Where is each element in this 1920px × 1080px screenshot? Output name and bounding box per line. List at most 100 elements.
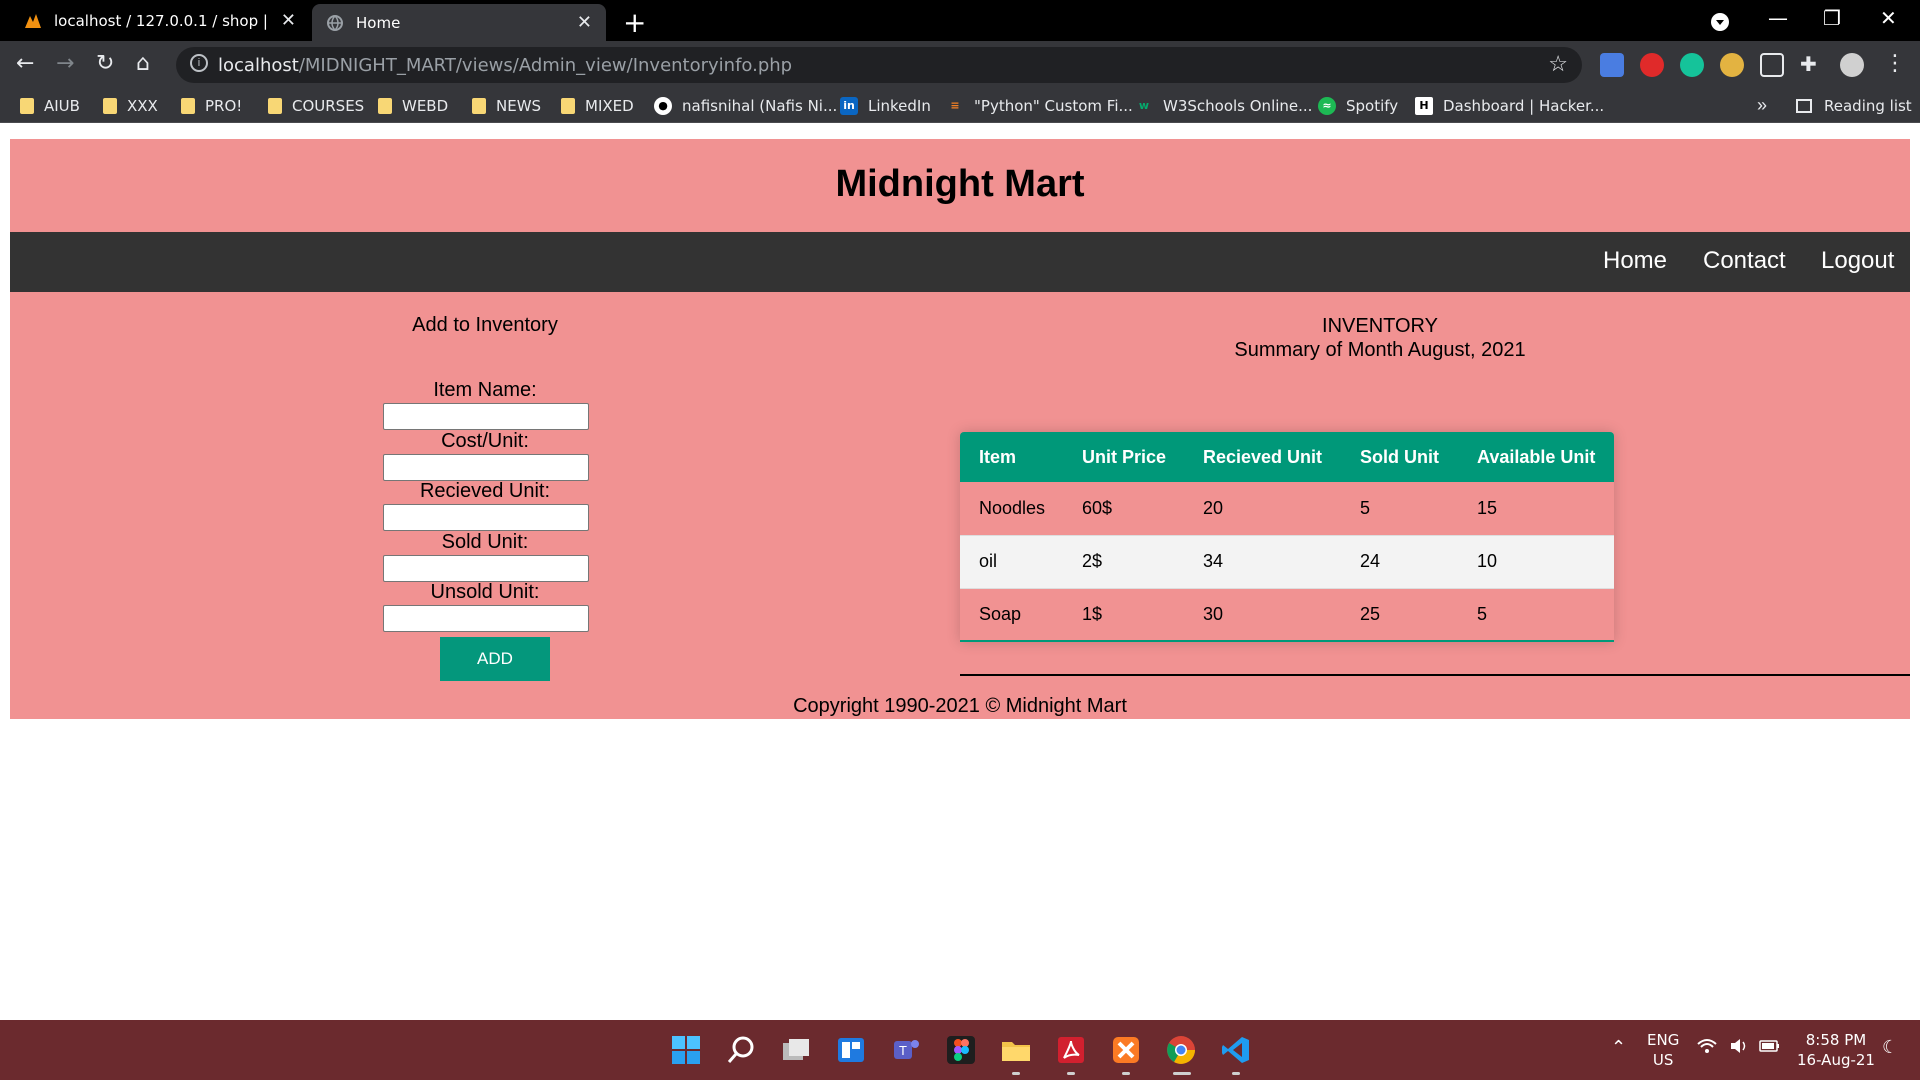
table-cell: 24	[1341, 535, 1458, 589]
tab-search-icon[interactable]	[1760, 53, 1784, 77]
reload-icon[interactable]: ↻	[96, 51, 114, 76]
xampp-icon[interactable]	[1110, 1034, 1142, 1066]
bookmark-spotify[interactable]: ≈ Spotify	[1318, 97, 1398, 115]
site-title: Midnight Mart	[835, 163, 1085, 205]
inventory-title: INVENTORY	[1322, 315, 1438, 337]
svg-text:T: T	[899, 1043, 907, 1058]
site-info-icon[interactable]: i	[190, 54, 208, 72]
bookmark-linkedin[interactable]: in LinkedIn	[840, 97, 931, 115]
cost-unit-input[interactable]	[383, 454, 589, 481]
notifications-moon-icon[interactable]: ☾	[1882, 1037, 1898, 1058]
tab-close-icon[interactable]: ✕	[577, 12, 592, 33]
inventory-subtitle: Summary of Month August, 2021	[1234, 339, 1526, 361]
back-icon[interactable]: ←	[16, 51, 34, 76]
bookmark-news[interactable]: NEWS	[472, 97, 541, 115]
bookmark-webd[interactable]: WEBD	[378, 97, 448, 115]
table-cell: 5	[1458, 588, 1614, 642]
table-cell: 25	[1341, 588, 1458, 642]
table-cell: 20	[1184, 482, 1341, 536]
bookmark-xxx[interactable]: XXX	[103, 97, 158, 115]
bookmark-github[interactable]: ● nafisnihal (Nafis Ni...	[654, 97, 837, 115]
bookmark-hackerrank[interactable]: H Dashboard | Hacker...	[1415, 97, 1604, 115]
table-row: Noodles 60$ 20 5 15	[960, 482, 1614, 536]
widgets-icon[interactable]	[835, 1034, 867, 1066]
menu-kebab-icon[interactable]: ⋮	[1884, 51, 1906, 76]
close-window-button[interactable]: ✕	[1880, 6, 1897, 30]
extension-icon[interactable]	[1720, 53, 1744, 77]
tray-overflow-icon[interactable]: ⌃	[1611, 1037, 1626, 1058]
new-tab-button[interactable]: +	[623, 6, 646, 39]
windows-start-icon[interactable]	[670, 1034, 702, 1066]
profile-dropdown-icon[interactable]	[1710, 12, 1730, 37]
folder-icon	[181, 98, 195, 114]
bookmark-courses[interactable]: COURSES	[268, 97, 364, 115]
bookmark-stackoverflow[interactable]: ≡ "Python" Custom Fi...	[946, 97, 1132, 115]
tab-close-icon[interactable]: ✕	[281, 10, 296, 31]
spotify-icon: ≈	[1318, 97, 1336, 115]
folder-icon	[103, 98, 117, 114]
task-view-icon[interactable]	[780, 1034, 812, 1066]
table-cell: Noodles	[960, 482, 1063, 536]
tab-title: Home	[356, 13, 401, 32]
language-indicator[interactable]: ENG US	[1647, 1030, 1679, 1070]
chrome-icon[interactable]	[1165, 1034, 1197, 1066]
file-explorer-icon[interactable]	[1000, 1034, 1032, 1066]
stackoverflow-icon: ≡	[950, 99, 960, 112]
figma-icon[interactable]	[945, 1034, 977, 1066]
avatar[interactable]	[1840, 53, 1864, 77]
add-button[interactable]: ADD	[440, 637, 550, 681]
bookmark-w3schools[interactable]: w W3Schools Online...	[1135, 97, 1313, 115]
forward-icon[interactable]: →	[56, 51, 74, 76]
clock[interactable]: 8:58 PM 16-Aug-21	[1796, 1030, 1876, 1070]
unsold-unit-input[interactable]	[383, 605, 589, 632]
item-name-label: Item Name:	[433, 379, 537, 401]
item-name-input[interactable]	[383, 403, 589, 430]
bookmark-pro[interactable]: PRO!	[181, 97, 242, 115]
bookmark-aiub[interactable]: AIUB	[20, 97, 80, 115]
volume-icon[interactable]	[1729, 1037, 1749, 1060]
column-header: Recieved Unit	[1184, 432, 1341, 482]
grammarly-icon[interactable]	[1680, 53, 1704, 77]
vscode-icon[interactable]	[1220, 1034, 1252, 1066]
bookmarks-bar: AIUB XXX PRO! COURSES WEBD NEWS MIXED ● n…	[0, 89, 1920, 123]
running-indicator	[1067, 1072, 1075, 1075]
inventory-table: Item Unit Price Recieved Unit Sold Unit …	[960, 432, 1614, 642]
adblock-icon[interactable]	[1640, 53, 1664, 77]
bookmark-star-icon[interactable]: ☆	[1548, 51, 1568, 77]
extensions-puzzle-icon[interactable]: ✚	[1800, 53, 1824, 77]
restore-button[interactable]: ❐	[1823, 6, 1841, 30]
table-cell: 10	[1458, 535, 1614, 589]
phpmyadmin-icon	[24, 12, 42, 30]
teams-icon[interactable]: T	[890, 1034, 922, 1066]
folder-icon	[268, 98, 282, 114]
nav-contact-link[interactable]: Contact	[1703, 247, 1786, 275]
bookmark-mixed[interactable]: MIXED	[561, 97, 634, 115]
acrobat-icon[interactable]	[1055, 1034, 1087, 1066]
nav-home-link[interactable]: Home	[1603, 247, 1667, 275]
divider	[960, 674, 1910, 676]
url-text[interactable]: localhost/MIDNIGHT_MART/views/Admin_view…	[218, 55, 792, 76]
minimize-button[interactable]: —	[1768, 6, 1788, 30]
hackerrank-icon: H	[1415, 97, 1433, 115]
nav-logout-link[interactable]: Logout	[1821, 247, 1894, 275]
sold-unit-input[interactable]	[383, 555, 589, 582]
bookmarks-overflow-button[interactable]: »	[1757, 95, 1767, 116]
address-bar[interactable]: i localhost/MIDNIGHT_MART/views/Admin_vi…	[176, 47, 1582, 83]
tab-phpmyadmin[interactable]: localhost / 127.0.0.1 / shop | php ✕	[10, 0, 310, 41]
google-translate-icon[interactable]	[1600, 53, 1624, 77]
browser-tab-bar: localhost / 127.0.0.1 / shop | php ✕ Hom…	[0, 0, 1920, 41]
reading-list-button[interactable]: Reading list	[1796, 97, 1912, 115]
received-unit-input[interactable]	[383, 504, 589, 531]
tab-home[interactable]: Home ✕	[312, 4, 606, 41]
folder-icon	[561, 98, 575, 114]
browser-toolbar: ← → ↻ ⌂ i localhost/MIDNIGHT_MART/views/…	[0, 41, 1920, 89]
column-header: Item	[960, 432, 1063, 482]
battery-icon[interactable]	[1759, 1037, 1781, 1060]
inventory-heading: INVENTORY Summary of Month August, 2021	[1170, 314, 1590, 362]
wifi-icon[interactable]	[1697, 1037, 1717, 1060]
search-icon[interactable]	[725, 1034, 757, 1066]
home-icon[interactable]: ⌂	[136, 51, 150, 76]
unsold-unit-label: Unsold Unit:	[430, 581, 540, 603]
table-row: oil 2$ 34 24 10	[960, 535, 1614, 589]
folder-icon	[378, 98, 392, 114]
